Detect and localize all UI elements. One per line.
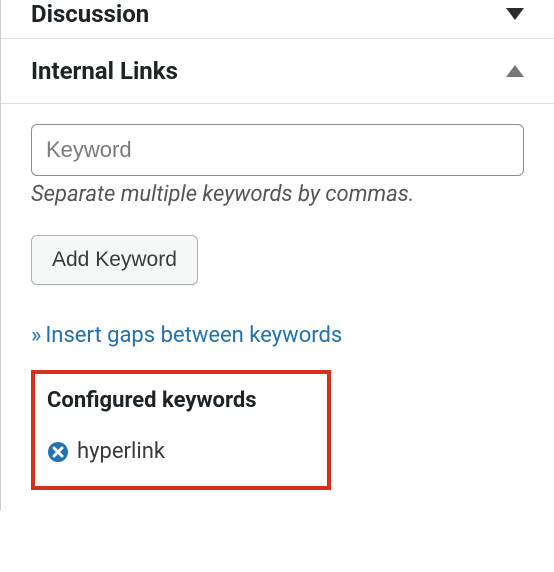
section-internal-links-header[interactable]: Internal Links	[1, 39, 554, 104]
keyword-item: hyperlink	[47, 439, 315, 464]
add-keyword-button[interactable]: Add Keyword	[31, 235, 198, 285]
section-internal-links-title: Internal Links	[31, 57, 178, 85]
configured-keywords-section: Configured keywords hyperlink	[31, 370, 331, 490]
insert-gaps-link[interactable]: Insert gaps between keywords	[45, 323, 342, 348]
keyword-help-text: Separate multiple keywords by commas.	[31, 182, 524, 207]
keyword-input[interactable]	[31, 124, 524, 176]
section-discussion-title: Discussion	[31, 0, 149, 28]
insert-gaps-prefix: »	[31, 323, 41, 348]
section-discussion-header[interactable]: Discussion	[1, 0, 554, 39]
chevron-up-icon	[506, 65, 524, 77]
chevron-down-icon	[506, 8, 524, 20]
internal-links-content: Separate multiple keywords by commas. Ad…	[1, 104, 554, 510]
insert-gaps-row: »Insert gaps between keywords	[31, 323, 524, 348]
keyword-item-label: hyperlink	[77, 439, 165, 464]
remove-keyword-icon[interactable]	[47, 441, 69, 463]
configured-keywords-title: Configured keywords	[47, 388, 315, 413]
